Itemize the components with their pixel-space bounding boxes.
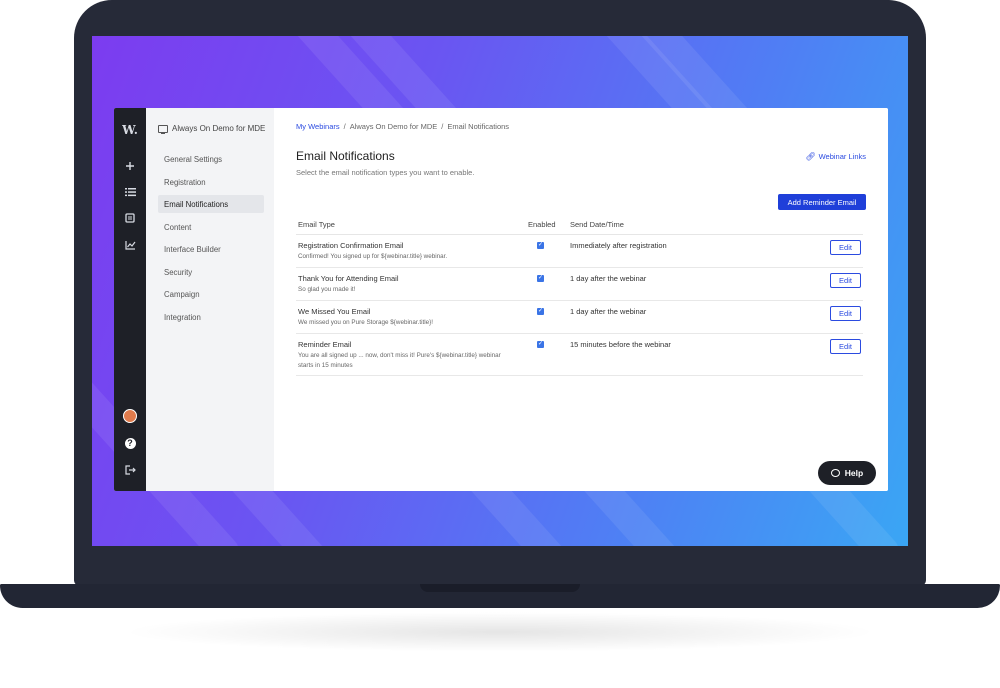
laptop-shadow: [120, 612, 880, 652]
table-header: Email Type Enabled Send Date/Time: [296, 214, 863, 235]
add-reminder-email-button[interactable]: Add Reminder Email: [778, 194, 866, 210]
chart-icon[interactable]: [122, 237, 138, 253]
laptop-notch: [420, 584, 580, 592]
breadcrumb-current: Email Notifications: [447, 122, 510, 131]
enabled-checkbox[interactable]: ✓: [537, 275, 544, 282]
monitor-icon: [158, 124, 168, 134]
app-window: W. ? Always On Demo for MDE General Sett…: [114, 108, 888, 491]
webinar-links-link[interactable]: 🔗︎ Webinar Links: [805, 152, 866, 161]
main-content: My Webinars / Always On Demo for MDE / E…: [274, 108, 888, 491]
chat-bubble-icon: [830, 469, 840, 477]
sidebar-item-email-notifications[interactable]: Email Notifications: [158, 195, 264, 213]
sidebar-item-campaign[interactable]: Campaign: [158, 285, 264, 303]
enabled-checkbox[interactable]: ✓: [537, 341, 544, 348]
breadcrumb-my-webinars[interactable]: My Webinars: [296, 122, 340, 131]
link-icon: 🔗︎: [805, 152, 816, 161]
table-row: Reminder Email You are all signed up ...…: [296, 334, 863, 376]
edit-button[interactable]: Edit: [830, 240, 861, 255]
project-title: Always On Demo for MDE: [158, 124, 265, 134]
list-icon[interactable]: [122, 184, 138, 200]
edit-button[interactable]: Edit: [830, 306, 861, 321]
logout-icon[interactable]: [122, 462, 138, 478]
sidebar-item-registration[interactable]: Registration: [158, 173, 264, 191]
help-circle-icon[interactable]: ?: [122, 435, 138, 451]
sidebar-item-integration[interactable]: Integration: [158, 308, 264, 326]
table-row: We Missed You Email We missed you on Pur…: [296, 301, 863, 334]
help-button[interactable]: Help: [818, 461, 876, 485]
edit-button[interactable]: Edit: [830, 273, 861, 288]
page-subtitle: Select the email notification types you …: [296, 168, 475, 177]
breadcrumb: My Webinars / Always On Demo for MDE / E…: [296, 122, 510, 131]
app-logo[interactable]: W.: [122, 122, 138, 138]
table-row: Registration Confirmation Email Confirme…: [296, 235, 863, 268]
settings-sidebar: Always On Demo for MDE General Settings …: [146, 108, 274, 491]
page-title: Email Notifications: [296, 149, 395, 163]
enabled-checkbox[interactable]: ✓: [537, 242, 544, 249]
table-row: Thank You for Attending Email So glad yo…: [296, 268, 863, 301]
avatar[interactable]: [122, 408, 138, 424]
edit-button[interactable]: Edit: [830, 339, 861, 354]
icon-rail: W. ?: [114, 108, 146, 491]
sidebar-item-interface-builder[interactable]: Interface Builder: [158, 240, 264, 258]
sidebar-item-security[interactable]: Security: [158, 263, 264, 281]
sidebar-item-content[interactable]: Content: [158, 218, 264, 236]
enabled-checkbox[interactable]: ✓: [537, 308, 544, 315]
email-notifications-table: Email Type Enabled Send Date/Time Regist…: [296, 214, 863, 376]
book-icon[interactable]: [122, 210, 138, 226]
sidebar-item-general-settings[interactable]: General Settings: [158, 150, 264, 168]
plus-icon[interactable]: [122, 158, 138, 174]
breadcrumb-webinar[interactable]: Always On Demo for MDE: [350, 122, 438, 131]
